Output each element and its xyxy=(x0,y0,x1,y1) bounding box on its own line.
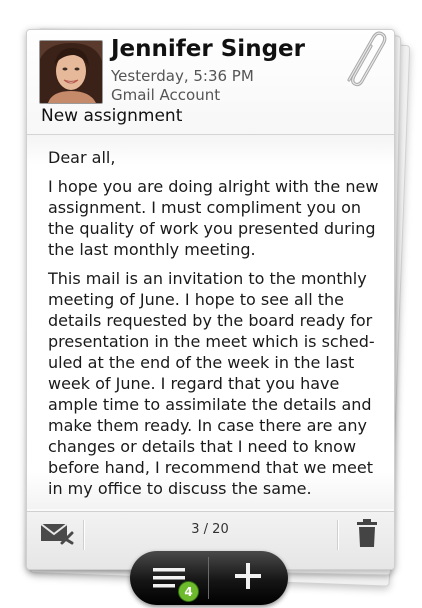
trash-icon xyxy=(355,518,379,552)
compose-button[interactable] xyxy=(209,551,287,605)
body-paragraph: Dear all, xyxy=(48,148,116,167)
email-subject: New assignment xyxy=(41,106,183,126)
sender-name: Jennifer Singer xyxy=(111,36,305,62)
unread-count-badge: 4 xyxy=(178,581,199,602)
sender-avatar[interactable] xyxy=(39,40,103,104)
message-list-button[interactable]: 4 xyxy=(130,551,208,605)
plus-icon xyxy=(235,563,261,593)
account-label: Gmail Account xyxy=(111,86,221,104)
bottom-action-bar: 4 xyxy=(130,551,288,605)
page-indicator: 3 / 20 xyxy=(191,522,229,537)
body-paragraph: This mail is an invitation to the monthl… xyxy=(48,269,375,498)
email-body[interactable]: Dear all, I hope you are doing alright w… xyxy=(27,135,394,509)
email-header: Jennifer Singer Yesterday, 5:36 PM Gmail… xyxy=(27,30,394,135)
mail-unread-icon xyxy=(40,521,74,549)
body-paragraph: I hope you are doing alright with the ne… xyxy=(48,177,379,259)
delete-button[interactable] xyxy=(341,512,393,558)
email-card: Jennifer Singer Yesterday, 5:36 PM Gmail… xyxy=(26,29,395,570)
footer-separator xyxy=(337,520,339,550)
email-timestamp: Yesterday, 5:36 PM xyxy=(111,67,254,85)
footer-separator xyxy=(83,520,85,550)
mark-unread-button[interactable] xyxy=(31,512,83,558)
paperclip-icon xyxy=(335,30,387,90)
